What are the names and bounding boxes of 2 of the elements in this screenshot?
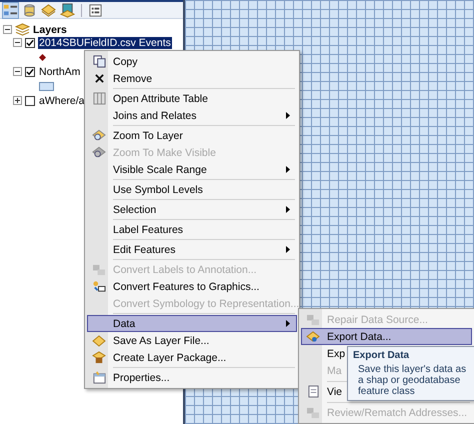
tooltip-text: Save this layer's data as a shap or geodatabase feature class bbox=[357, 364, 468, 397]
tooltip-title: Export Data bbox=[353, 350, 410, 362]
